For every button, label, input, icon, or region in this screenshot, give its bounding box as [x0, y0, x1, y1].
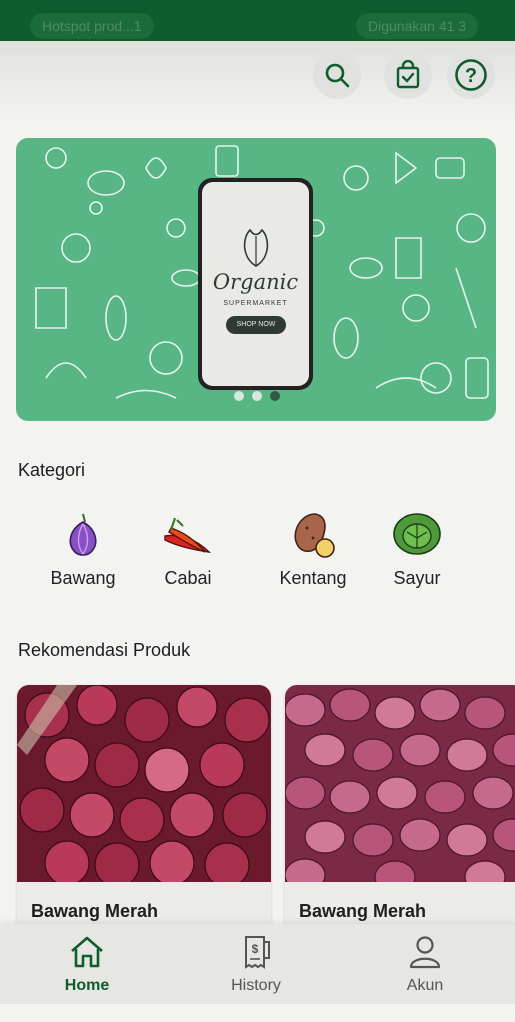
carousel-indicator [234, 391, 280, 401]
bottom-navigation: Home $ History Akun [0, 924, 515, 1004]
shopping-bag-icon [396, 60, 420, 89]
product-name: Bawang Merah [299, 901, 427, 921]
carousel-dot[interactable] [252, 391, 262, 401]
cart-button[interactable] [384, 51, 432, 99]
category-label: Sayur [393, 568, 441, 588]
recommendations-title: Rekomendasi Produk [18, 640, 191, 660]
category-bawang[interactable]: Bawang [38, 508, 128, 589]
nav-label: History [231, 977, 281, 994]
product-name: Bawang Merah [31, 901, 159, 921]
help-icon: ? [455, 59, 487, 91]
status-left-text: Hotspot prod...1 [30, 13, 154, 39]
banner-subtitle: SUPERMARKET [223, 300, 288, 307]
category-sayur[interactable]: Sayur [372, 508, 462, 589]
cabbage-icon [393, 513, 441, 555]
category-label: Cabai [164, 568, 212, 588]
shop-now-button[interactable]: SHOP NOW [226, 316, 286, 334]
carousel-dot-active[interactable] [270, 391, 280, 401]
system-nav-area [0, 1004, 515, 1022]
nav-history[interactable]: $ History [196, 934, 316, 995]
nav-label: Akun [406, 977, 444, 994]
category-kentang[interactable]: Kentang [268, 508, 358, 589]
lettuce-icon [243, 228, 269, 267]
category-cabai[interactable]: Cabai [143, 508, 233, 589]
phone-screen: Organic SUPERMARKET SHOP NOW [202, 182, 309, 386]
banner-brand: Organic [212, 270, 299, 294]
product-card[interactable]: Bawang Merah [285, 685, 515, 935]
nav-label: Home [64, 977, 110, 994]
chili-icon [164, 517, 211, 553]
status-right-text: Digunakan 41 3 [356, 13, 479, 39]
carousel-dot[interactable] [234, 391, 244, 401]
help-button[interactable]: ? [447, 51, 495, 99]
category-label: Kentang [279, 568, 347, 588]
promo-banner[interactable]: Organic SUPERMARKET SHOP NOW [16, 138, 496, 421]
category-label: Bawang [50, 568, 116, 588]
potato-icon [294, 513, 335, 558]
status-bar: Hotspot prod...1 Digunakan 41 3 [0, 0, 515, 41]
nav-home[interactable]: Home [27, 934, 147, 995]
home-icon [71, 936, 103, 968]
svg-text:$: $ [252, 942, 259, 956]
onion-icon [69, 513, 97, 556]
header-background [0, 41, 515, 121]
svg-text:?: ? [465, 65, 477, 87]
product-image [17, 685, 271, 888]
user-icon [409, 936, 441, 969]
nav-akun[interactable]: Akun [365, 934, 485, 995]
product-card[interactable]: Bawang Merah [17, 685, 271, 935]
search-icon [325, 63, 350, 88]
phone-mockup: Organic SUPERMARKET SHOP NOW [198, 178, 313, 390]
product-image [285, 685, 515, 894]
categories-title: Kategori [18, 460, 86, 480]
receipt-icon: $ [245, 936, 270, 969]
search-button[interactable] [313, 51, 361, 99]
